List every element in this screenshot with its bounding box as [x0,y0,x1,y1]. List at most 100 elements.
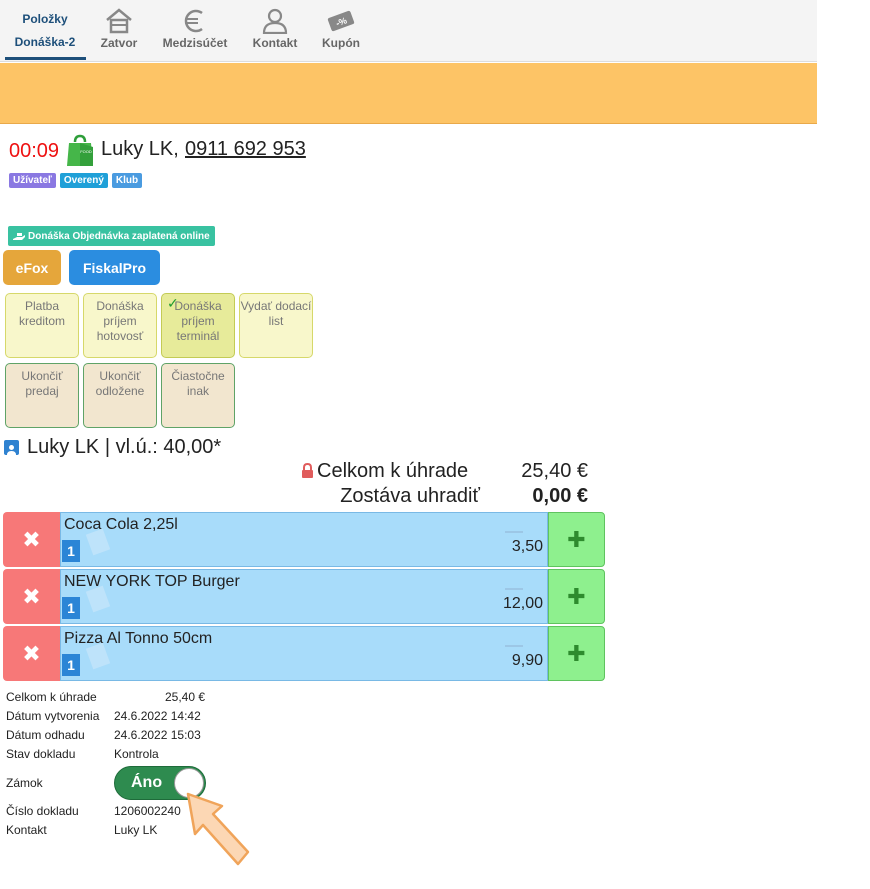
partial-other-button[interactable]: Čiastočne inak [161,363,235,428]
detail-docnum-value: 1206002240 [114,804,181,818]
tab-polozky[interactable]: Položky Donáška-2 [0,0,90,60]
plus-icon: ✚ [567,640,586,666]
item-price: 3,50 [511,538,543,555]
client-line-text: Luky LK | vl.ú.: 40,00* [27,436,222,458]
pay-credit-button[interactable]: Platba kreditom [5,293,79,358]
remaining-value: 0,00 € [532,485,588,507]
close-icon: ✖ [22,640,41,666]
add-item-button[interactable]: ✚ [548,626,605,681]
finish-sale-button[interactable]: Ukončiť predaj [5,363,79,428]
detail-state-value: Kontrola [114,747,159,761]
order-item: ✖ Coca Cola 2,25l 1 3,50 ✚ [3,512,605,567]
badge-klub: Klub [111,173,143,188]
item-name: NEW YORK TOP Burger [64,573,240,590]
detail-total-value: 25,40 € [165,690,206,704]
finish-deferred-button[interactable]: Ukončiť odložene [83,363,157,428]
pay-terminal-button[interactable]: ✓ Donáška príjem terminál [161,293,235,358]
order-timer: 00:09 [9,140,60,162]
pay-terminal-label: Donáška príjem terminál [174,299,222,343]
delivery-hand-icon [13,233,25,240]
top-nav: Položky Donáška-2 Zatvor Medzisúčet Kont… [0,0,817,62]
issue-delivery-note-label: Vydať dodací list [240,299,312,328]
item-name: Pizza Al Tonno 50cm [64,630,213,647]
item-quantity[interactable]: 1 [62,540,80,562]
item-price: 12,00 [502,595,543,612]
tab-kontakt[interactable]: Kontakt [249,0,301,60]
partial-other-label: Čiastočne inak [171,369,225,398]
plus-icon: ✚ [567,583,586,609]
notice-banner [0,63,817,124]
order-item: ✖ Pizza Al Tonno 50cm 1 9,90 ✚ [3,626,605,681]
remove-item-button[interactable]: ✖ [3,569,60,624]
lock-icon [302,463,313,478]
order-item-body[interactable]: Coca Cola 2,25l 1 3,50 [60,512,548,567]
close-icon: ✖ [22,526,41,552]
client-icon [4,440,19,455]
active-tab-indicator [5,57,86,60]
order-item-body[interactable]: Pizza Al Tonno 50cm 1 9,90 [60,626,548,681]
minus-icon [505,531,523,533]
delivery-status-text: Donáška Objednávka zaplatená online [28,230,210,242]
svg-text:FOOD: FOOD [80,149,92,154]
close-icon: ✖ [22,583,41,609]
order-item: ✖ NEW YORK TOP Burger 1 12,00 ✚ [3,569,605,624]
pay-cash-button[interactable]: Donáška príjem hotovosť [83,293,157,358]
detail-created-label: Dátum vytvorenia [6,709,100,723]
tab-kupon-label: Kupón [322,36,360,50]
delivery-status-badge: Donáška Objednávka zaplatená online [8,226,215,246]
detail-estimate-label: Dátum odhadu [6,728,85,742]
remove-item-button[interactable]: ✖ [3,512,60,567]
tab-polozky-label: Položky [22,12,68,26]
detail-lock-label: Zámok [6,776,43,790]
fiskalpro-button[interactable]: FiskalPro [69,250,160,285]
tab-medzisucet-label: Medzisúčet [162,36,228,50]
euro-icon [184,9,203,33]
plus-icon: ✚ [567,526,586,552]
tab-kupon[interactable]: -% Kupón [318,0,364,60]
remove-item-button[interactable]: ✖ [3,626,60,681]
finish-sale-label: Ukončiť predaj [21,369,63,398]
detail-created-value: 24.6.2022 14:42 [114,709,201,723]
add-item-button[interactable]: ✚ [548,569,605,624]
checkmark-icon: ✓ [167,295,179,311]
lock-toggle-label: Áno [131,774,163,791]
minus-icon [505,588,523,590]
issue-delivery-note-button[interactable]: Vydať dodací list [239,293,313,358]
house-icon [106,8,132,34]
total-label: Celkom k úhrade [317,460,469,482]
tab-zatvor-label: Zatvor [100,36,138,50]
item-price: 9,90 [511,652,543,669]
customer-badges: Užívateľ Overený Klub [9,173,143,188]
detail-docnum-label: Číslo dokladu [6,804,79,818]
add-item-button[interactable]: ✚ [548,512,605,567]
tab-zatvor[interactable]: Zatvor [96,0,142,60]
customer-phone-link[interactable]: 0911 692 953 [185,138,306,161]
pay-cash-label: Donáška príjem hotovosť [96,299,144,343]
pay-credit-label: Platba kreditom [18,299,65,328]
tab-donaska-label: Donáška-2 [14,35,76,49]
efox-button[interactable]: eFox [3,250,61,285]
detail-total-label: Celkom k úhrade [6,690,97,704]
item-quantity[interactable]: 1 [62,597,80,619]
tab-kontakt-label: Kontakt [252,36,298,50]
person-icon [262,8,288,34]
tab-medzisucet[interactable]: Medzisúčet [160,0,230,60]
detail-state-label: Stav dokladu [6,747,76,761]
detail-estimate-value: 24.6.2022 15:03 [114,728,201,742]
delivery-bag-icon: FOOD [67,134,93,166]
item-quantity[interactable]: 1 [62,654,80,676]
remaining-label: Zostáva uhradiť [340,485,480,507]
minus-icon [505,645,523,647]
detail-contact-label: Kontakt [6,823,47,837]
order-item-body[interactable]: NEW YORK TOP Burger 1 12,00 [60,569,548,624]
coupon-icon: -% [327,10,355,32]
pointer-arrow-icon [186,792,250,866]
detail-contact-value: Luky LK [114,823,158,837]
badge-overeny: Overený [59,173,108,188]
badge-uzivatel: Užívateľ [9,173,56,188]
total-value: 25,40 € [521,460,588,482]
client-line: Luky LK | vl.ú.: 40,00* [4,436,221,459]
item-name: Coca Cola 2,25l [64,516,178,533]
customer-name: Luky LK, [101,138,179,160]
finish-deferred-label: Ukončiť odložene [95,369,145,398]
